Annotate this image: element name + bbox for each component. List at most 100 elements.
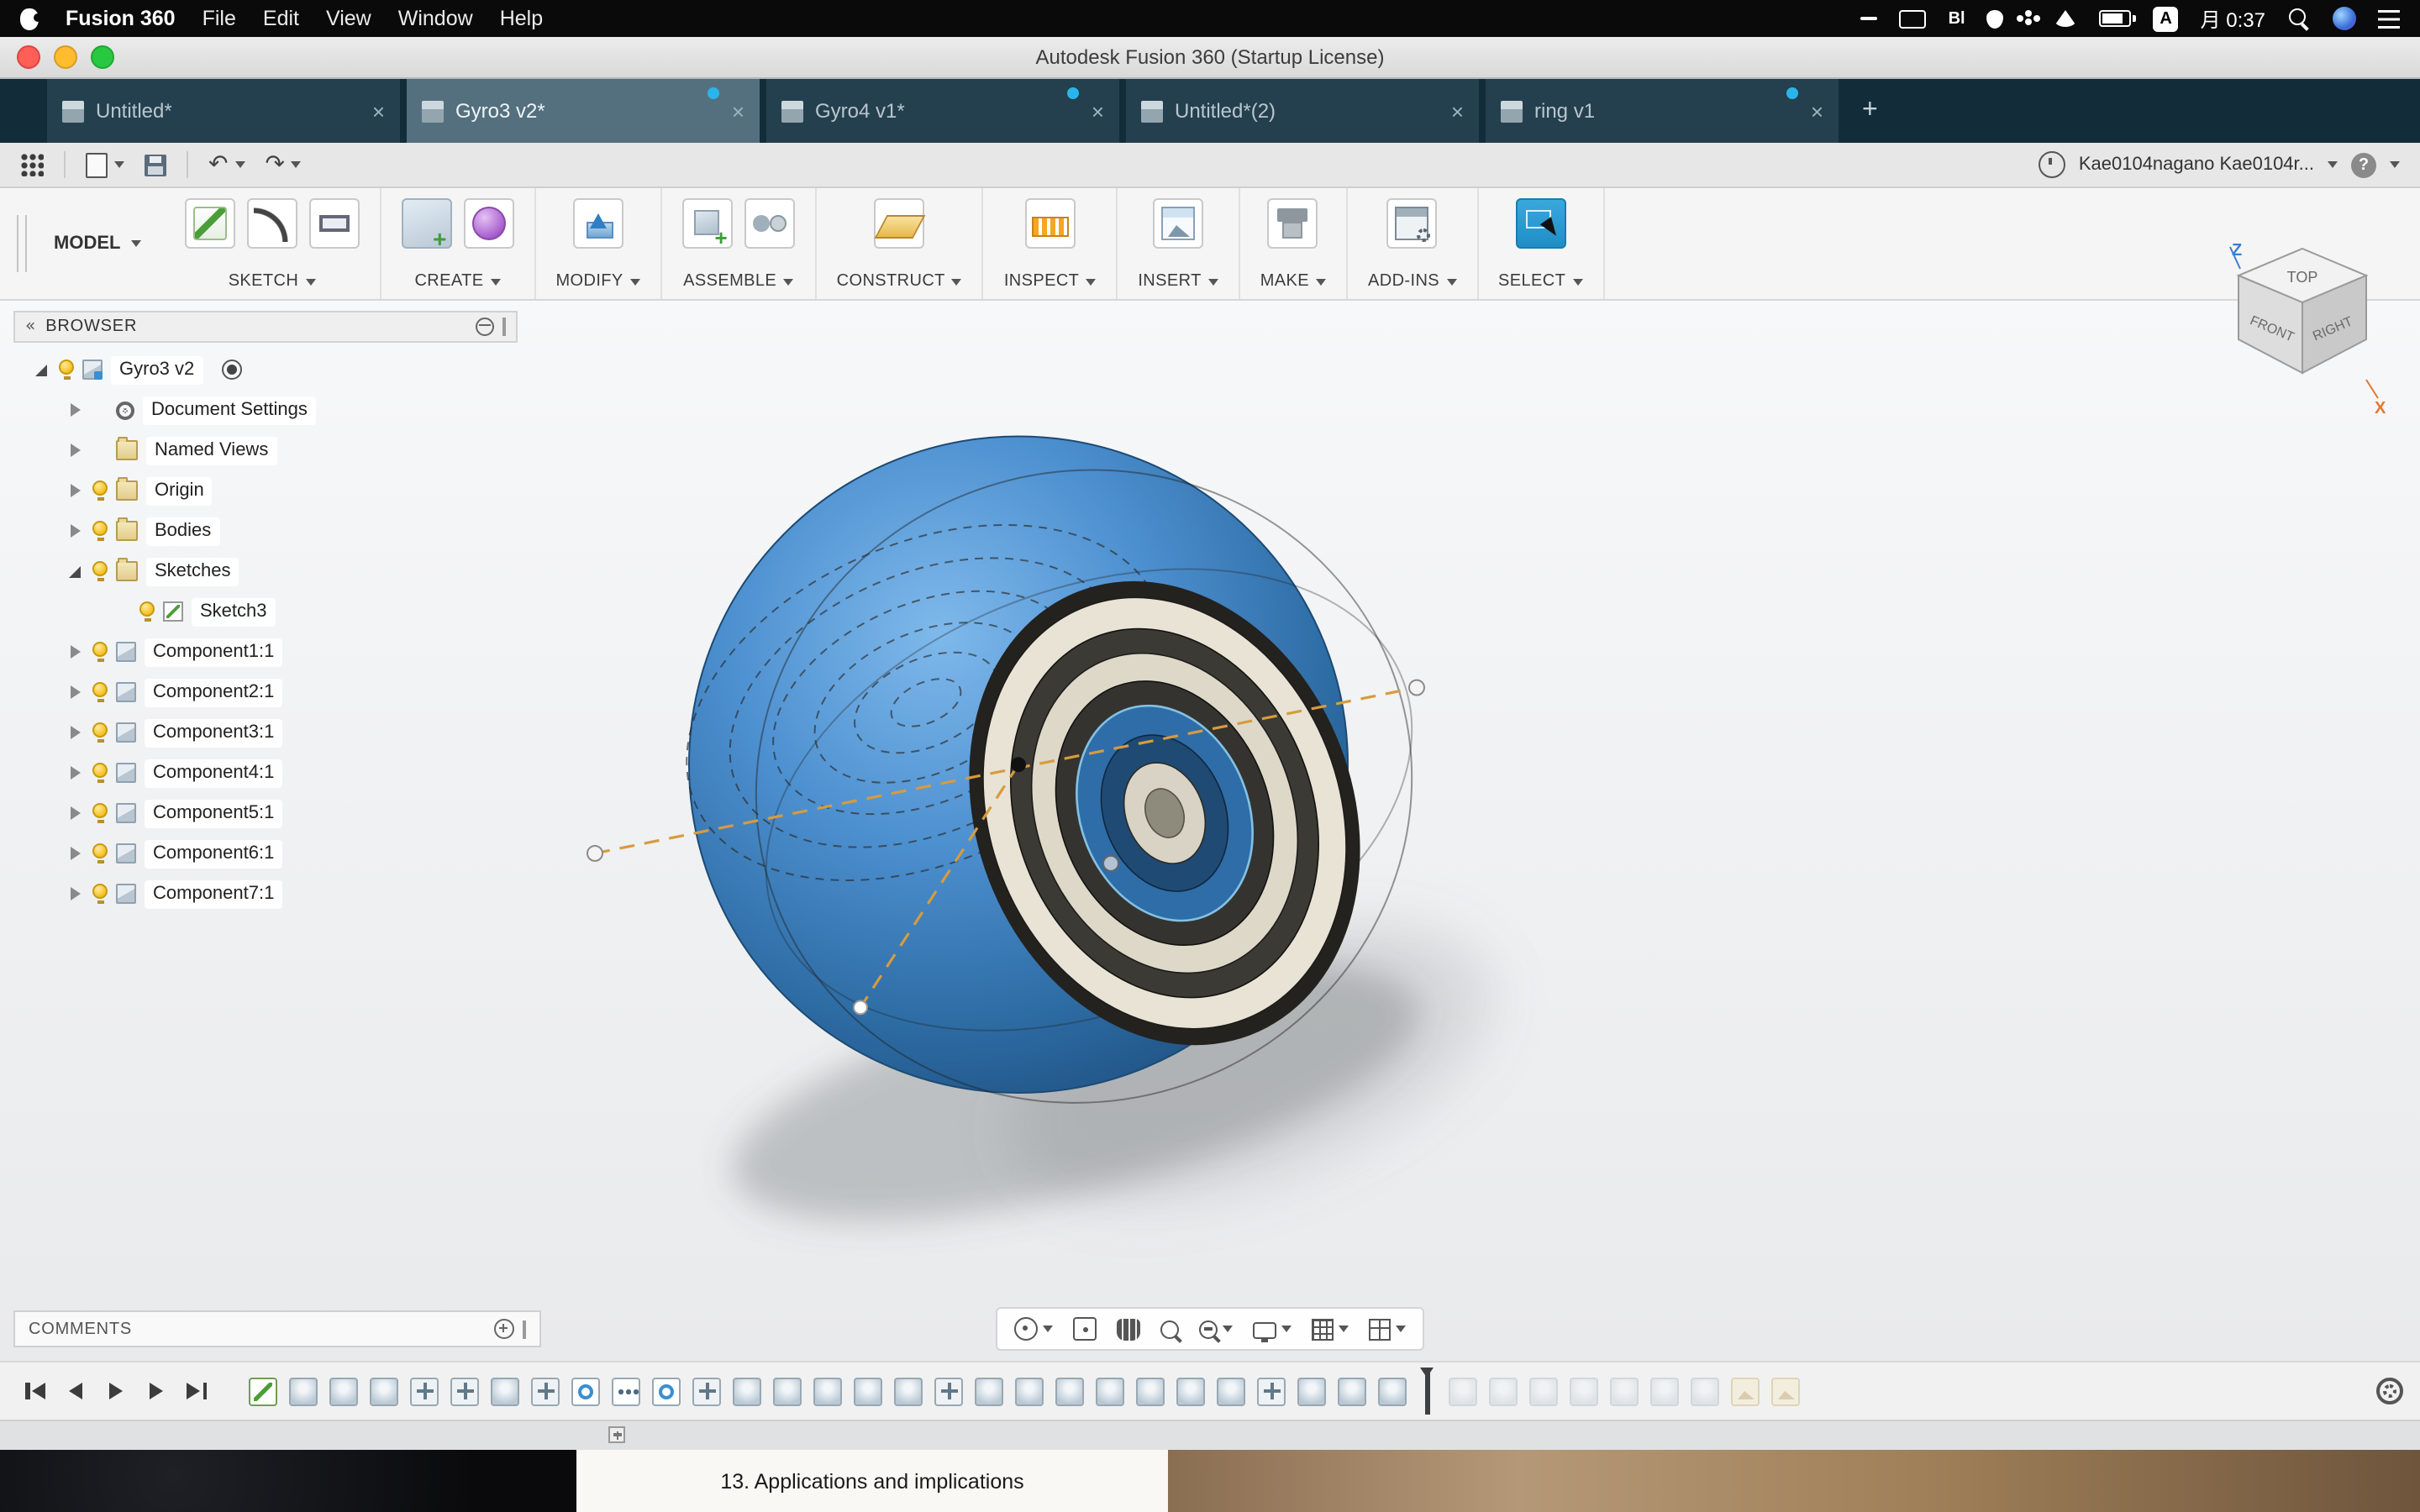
document-tab-ring-v1[interactable]: ring v1× xyxy=(1486,79,1839,143)
timeline-feature-solid-icon[interactable] xyxy=(1055,1377,1084,1405)
close-tab-icon[interactable]: × xyxy=(372,100,385,122)
document-tab-untitled-2[interactable]: Untitled*(2)× xyxy=(1126,79,1479,143)
play-button[interactable] xyxy=(97,1374,134,1408)
menu-item-view[interactable]: View xyxy=(326,7,371,30)
timeline-feature-pattern-icon[interactable] xyxy=(612,1377,640,1405)
timeline-feature-move-icon[interactable] xyxy=(1257,1377,1286,1405)
document-tab-untitled[interactable]: Untitled*× xyxy=(47,79,400,143)
step-back-button[interactable] xyxy=(57,1374,94,1408)
timeline-feature-solid-icon[interactable] xyxy=(975,1377,1003,1405)
browser-item-bodies[interactable]: Bodies xyxy=(13,511,518,551)
view-cube[interactable]: Z TOP FRONT RIGHT X xyxy=(2218,232,2386,417)
browser-item-named-views[interactable]: Named Views xyxy=(13,430,518,470)
timeline-zoom-handle[interactable] xyxy=(608,1426,625,1443)
timeline-feature-solid-icon[interactable] xyxy=(1338,1377,1366,1405)
timeline-feature-solid-icon[interactable] xyxy=(813,1377,842,1405)
disclosure-collapsed-icon[interactable] xyxy=(67,724,84,741)
disclosure-expanded-icon[interactable] xyxy=(67,563,84,580)
form-icon[interactable] xyxy=(463,198,513,249)
ribbon-group-label-modify[interactable]: MODIFY xyxy=(555,272,639,291)
press-pull-icon[interactable] xyxy=(573,198,623,249)
menu-item-file[interactable]: File xyxy=(203,7,236,30)
disclosure-expanded-icon[interactable] xyxy=(34,361,50,378)
timeline-feature-solid-icon[interactable] xyxy=(1650,1377,1679,1405)
axis-endpoint[interactable] xyxy=(587,846,602,861)
battery-status-icon[interactable] xyxy=(2100,10,2132,27)
timeline-feature-solid-icon[interactable] xyxy=(289,1377,318,1405)
chevron-down-icon[interactable] xyxy=(2328,161,2338,173)
help-button[interactable]: ? xyxy=(2351,152,2376,177)
timeline-position-marker[interactable] xyxy=(1420,1368,1435,1415)
browser-item-component2-1[interactable]: Component2:1 xyxy=(13,672,518,712)
shield-status-icon[interactable] xyxy=(1987,9,2004,28)
visibility-bulb-icon[interactable] xyxy=(92,884,108,904)
addins-icon[interactable] xyxy=(1387,198,1438,249)
timeline-feature-move-icon[interactable] xyxy=(450,1377,479,1405)
input-source-icon[interactable]: A xyxy=(2154,6,2179,31)
redo-button[interactable]: ↷ xyxy=(265,153,301,176)
panel-handle-icon[interactable] xyxy=(502,318,506,336)
timeline-feature-solid-icon[interactable] xyxy=(491,1377,519,1405)
browser-item-component5-1[interactable]: Component5:1 xyxy=(13,793,518,833)
ribbon-group-label-select[interactable]: SELECT xyxy=(1498,272,1582,291)
comments-panel[interactable]: COMMENTS xyxy=(13,1310,541,1347)
measure-icon[interactable] xyxy=(1025,198,1076,249)
timeline-feature-circle-icon[interactable] xyxy=(571,1377,600,1405)
go-to-start-button[interactable] xyxy=(17,1374,54,1408)
timeline-feature-circle-icon[interactable] xyxy=(652,1377,681,1405)
browser-header[interactable]: « BROWSER xyxy=(13,311,518,343)
visibility-bulb-icon[interactable] xyxy=(139,601,155,622)
paw-status-icon[interactable] xyxy=(2026,18,2033,25)
user-account-name[interactable]: Kae0104nagano Kae0104r... xyxy=(2079,155,2314,175)
browser-item-sketches[interactable]: Sketches xyxy=(13,551,518,591)
timeline-feature-solid-icon[interactable] xyxy=(1015,1377,1044,1405)
add-comment-icon[interactable] xyxy=(494,1319,514,1339)
disclosure-collapsed-icon[interactable] xyxy=(67,845,84,862)
menubar-clock[interactable]: 月 0:37 xyxy=(2201,4,2265,33)
visibility-bulb-icon[interactable] xyxy=(92,682,108,702)
data-panel-grid-icon[interactable] xyxy=(20,153,44,176)
disclosure-collapsed-icon[interactable] xyxy=(67,684,84,701)
disclosure-collapsed-icon[interactable] xyxy=(67,402,84,418)
timeline-feature-solid-icon[interactable] xyxy=(1449,1377,1477,1405)
browser-item-component4-1[interactable]: Component4:1 xyxy=(13,753,518,793)
ribbon-group-label-create[interactable]: CREATE xyxy=(414,272,500,291)
close-tab-icon[interactable]: × xyxy=(732,100,744,122)
browser-item-origin[interactable]: Origin xyxy=(13,470,518,511)
timeline-feature-solid-icon[interactable] xyxy=(1691,1377,1719,1405)
browser-item-component6-1[interactable]: Component6:1 xyxy=(13,833,518,874)
display-settings-tool[interactable] xyxy=(1243,1309,1302,1349)
timeline-feature-canvas-icon[interactable] xyxy=(1771,1377,1800,1405)
timeline-feature-solid-icon[interactable] xyxy=(1529,1377,1558,1405)
chevron-down-icon[interactable] xyxy=(2390,161,2400,173)
menu-item-help[interactable]: Help xyxy=(500,7,543,30)
orbit-tool[interactable] xyxy=(1004,1309,1063,1349)
go-to-end-button[interactable] xyxy=(178,1374,215,1408)
axis-endpoint[interactable] xyxy=(854,1000,867,1014)
timeline-feature-solid-icon[interactable] xyxy=(370,1377,398,1405)
disclosure-collapsed-icon[interactable] xyxy=(67,442,84,459)
zoom-tool[interactable] xyxy=(1189,1309,1243,1349)
app-menu-title[interactable]: Fusion 360 xyxy=(66,7,176,30)
timeline-feature-solid-icon[interactable] xyxy=(1136,1377,1165,1405)
insert-canvas-icon[interactable] xyxy=(1153,198,1203,249)
disclosure-collapsed-icon[interactable] xyxy=(67,885,84,902)
disclosure-collapsed-icon[interactable] xyxy=(67,482,84,499)
timeline-feature-move-icon[interactable] xyxy=(934,1377,963,1405)
select-icon[interactable] xyxy=(1515,198,1565,249)
collapse-panel-icon[interactable]: « xyxy=(25,318,35,335)
timeline-feature-solid-icon[interactable] xyxy=(1217,1377,1245,1405)
timeline-feature-move-icon[interactable] xyxy=(531,1377,560,1405)
timeline-feature-solid-icon[interactable] xyxy=(854,1377,882,1405)
visibility-bulb-icon[interactable] xyxy=(92,521,108,541)
spotlight-search-icon[interactable] xyxy=(2287,7,2311,30)
browser-item-component3-1[interactable]: Component3:1 xyxy=(13,712,518,753)
menu-item-edit[interactable]: Edit xyxy=(263,7,299,30)
wifi-status-icon[interactable] xyxy=(2054,10,2078,27)
grid-display-tool[interactable] xyxy=(1302,1309,1359,1349)
visibility-bulb-icon[interactable] xyxy=(92,480,108,501)
zoom-window-tool[interactable] xyxy=(1150,1309,1189,1349)
visibility-bulb-icon[interactable] xyxy=(92,763,108,783)
timeline-feature-solid-icon[interactable] xyxy=(894,1377,923,1405)
ribbon-group-label-assemble[interactable]: ASSEMBLE xyxy=(683,272,793,291)
